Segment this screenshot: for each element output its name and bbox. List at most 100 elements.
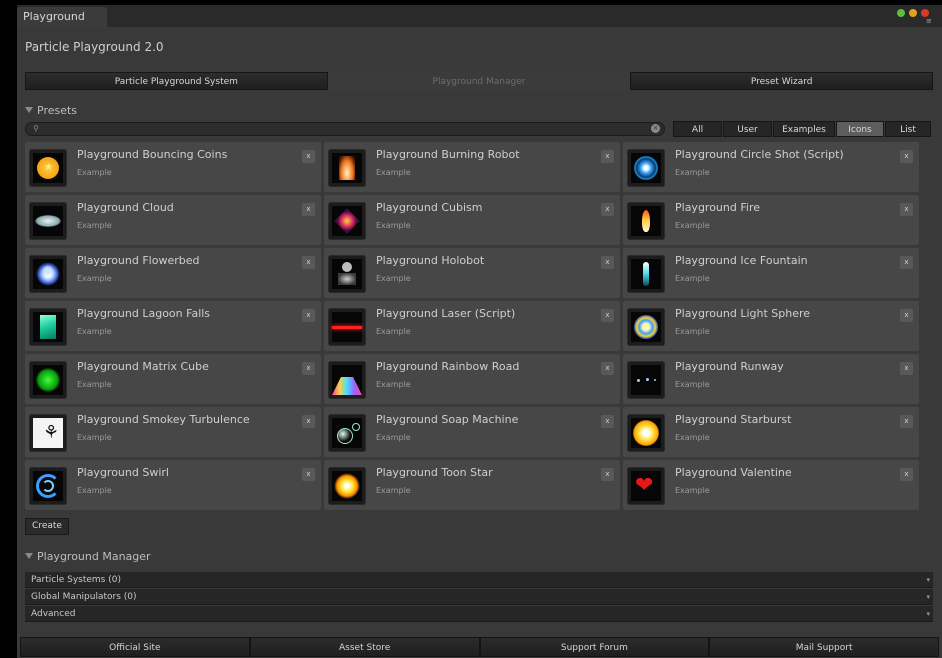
presets-header[interactable]: Presets bbox=[25, 104, 77, 117]
delete-preset-button[interactable]: x bbox=[302, 309, 315, 322]
window-menu-icon[interactable]: ≡ bbox=[926, 18, 934, 25]
delete-preset-button[interactable]: x bbox=[601, 256, 614, 269]
delete-preset-button[interactable]: x bbox=[302, 362, 315, 375]
delete-preset-button[interactable]: x bbox=[302, 415, 315, 428]
delete-preset-button[interactable]: x bbox=[601, 362, 614, 375]
particle-playground-system-button[interactable]: Particle Playground System bbox=[25, 72, 328, 90]
delete-preset-button[interactable]: x bbox=[601, 150, 614, 163]
delete-preset-button[interactable]: x bbox=[601, 415, 614, 428]
preset-card[interactable]: Playground Circle Shot (Script) Example x bbox=[623, 142, 919, 192]
preset-thumbnail[interactable] bbox=[328, 467, 366, 505]
preset-thumbnail[interactable]: ⚘ bbox=[29, 414, 67, 452]
preset-category: Example bbox=[675, 221, 710, 230]
preset-title: Playground Matrix Cube bbox=[77, 360, 209, 373]
preset-card[interactable]: Playground Lagoon Falls Example x bbox=[25, 301, 321, 351]
preset-thumbnail[interactable] bbox=[627, 361, 665, 399]
delete-preset-button[interactable]: x bbox=[900, 362, 913, 375]
preset-search-field[interactable]: ⚲ × bbox=[25, 122, 665, 136]
preset-card[interactable]: Playground Soap Machine Example x bbox=[324, 407, 620, 457]
preset-thumbnail[interactable] bbox=[627, 255, 665, 293]
preset-card[interactable]: Playground Matrix Cube Example x bbox=[25, 354, 321, 404]
preset-thumbnail[interactable] bbox=[328, 308, 366, 346]
preset-card[interactable]: ✺ Playground Flowerbed Example x bbox=[25, 248, 321, 298]
preset-card[interactable]: Playground Swirl Example x bbox=[25, 460, 321, 510]
preset-thumbnail[interactable]: ❤ bbox=[627, 467, 665, 505]
delete-preset-button[interactable]: x bbox=[302, 468, 315, 481]
ice-fountain-icon bbox=[631, 259, 661, 289]
preset-thumbnail[interactable] bbox=[328, 202, 366, 240]
red-dot-icon[interactable] bbox=[921, 9, 929, 17]
asset-store-button[interactable]: Asset Store bbox=[249, 637, 480, 657]
preset-card[interactable]: Playground Cloud Example x bbox=[25, 195, 321, 245]
preset-title: Playground Light Sphere bbox=[675, 307, 811, 320]
preset-thumbnail[interactable] bbox=[627, 149, 665, 187]
green-dot-icon[interactable] bbox=[897, 9, 905, 17]
preset-title: Playground Laser (Script) bbox=[376, 307, 516, 320]
delete-preset-button[interactable]: x bbox=[900, 468, 913, 481]
filter-tab-all[interactable]: All bbox=[673, 121, 722, 137]
cloud-icon bbox=[33, 206, 63, 236]
preset-card[interactable]: Playground Fire Example x bbox=[623, 195, 919, 245]
filter-tab-icons[interactable]: Icons bbox=[836, 121, 884, 137]
filter-tab-list[interactable]: List bbox=[885, 121, 931, 137]
preset-title: Playground Toon Star bbox=[376, 466, 493, 479]
preset-thumbnail[interactable] bbox=[29, 361, 67, 399]
delete-preset-button[interactable]: x bbox=[302, 150, 315, 163]
preset-wizard-button[interactable]: Preset Wizard bbox=[630, 72, 934, 90]
preset-thumbnail[interactable] bbox=[328, 255, 366, 293]
delete-preset-button[interactable]: x bbox=[900, 150, 913, 163]
preset-thumbnail[interactable] bbox=[627, 308, 665, 346]
advanced-row[interactable]: Advanced ▾ bbox=[25, 606, 933, 622]
laser-icon bbox=[332, 312, 362, 342]
delete-preset-button[interactable]: x bbox=[601, 203, 614, 216]
preset-thumbnail[interactable] bbox=[627, 414, 665, 452]
preset-card[interactable]: ⚘ Playground Smokey Turbulence Example x bbox=[25, 407, 321, 457]
delete-preset-button[interactable]: x bbox=[900, 415, 913, 428]
delete-preset-button[interactable]: x bbox=[302, 256, 315, 269]
preset-card[interactable]: Playground Runway Example x bbox=[623, 354, 919, 404]
filter-tab-user[interactable]: User bbox=[723, 121, 772, 137]
window-tab[interactable]: Playground bbox=[17, 7, 107, 27]
preset-card[interactable]: ★ Playground Bouncing Coins Example x bbox=[25, 142, 321, 192]
filter-tab-examples[interactable]: Examples bbox=[773, 121, 835, 137]
delete-preset-button[interactable]: x bbox=[900, 309, 913, 322]
create-preset-button[interactable]: Create bbox=[25, 518, 69, 535]
delete-preset-button[interactable]: x bbox=[900, 256, 913, 269]
advanced-label: Advanced bbox=[31, 609, 76, 619]
delete-preset-button[interactable]: x bbox=[601, 309, 614, 322]
preset-thumbnail[interactable] bbox=[328, 149, 366, 187]
preset-card[interactable]: Playground Starburst Example x bbox=[623, 407, 919, 457]
preset-card[interactable]: Playground Ice Fountain Example x bbox=[623, 248, 919, 298]
preset-thumbnail[interactable] bbox=[328, 361, 366, 399]
preset-card[interactable]: Playground Rainbow Road Example x bbox=[324, 354, 620, 404]
particle-systems-row[interactable]: Particle Systems (0) ▾ bbox=[25, 572, 933, 588]
clear-search-icon[interactable]: × bbox=[651, 124, 660, 133]
playground-manager-header[interactable]: Playground Manager bbox=[25, 550, 151, 563]
global-manipulators-row[interactable]: Global Manipulators (0) ▾ bbox=[25, 589, 933, 605]
preset-thumbnail[interactable] bbox=[29, 308, 67, 346]
playground-manager-button[interactable]: Playground Manager bbox=[327, 72, 631, 90]
preset-thumbnail[interactable]: ★ bbox=[29, 149, 67, 187]
preset-card[interactable]: Playground Light Sphere Example x bbox=[623, 301, 919, 351]
mail-support-button[interactable]: Mail Support bbox=[709, 637, 939, 657]
main-toolbar: Particle Playground System Playground Ma… bbox=[25, 72, 934, 90]
preset-thumbnail[interactable]: ✺ bbox=[29, 255, 67, 293]
preset-card[interactable]: Playground Laser (Script) Example x bbox=[324, 301, 620, 351]
preset-card[interactable]: Playground Holobot Example x bbox=[324, 248, 620, 298]
preset-thumbnail[interactable] bbox=[29, 202, 67, 240]
yellow-dot-icon[interactable] bbox=[909, 9, 917, 17]
preset-card[interactable]: Playground Cubism Example x bbox=[324, 195, 620, 245]
official-site-button[interactable]: Official Site bbox=[20, 637, 250, 657]
preset-thumbnail[interactable] bbox=[328, 414, 366, 452]
support-forum-button[interactable]: Support Forum bbox=[479, 637, 710, 657]
preset-card[interactable]: ❤ Playground Valentine Example x bbox=[623, 460, 919, 510]
delete-preset-button[interactable]: x bbox=[900, 203, 913, 216]
preset-card[interactable]: Playground Burning Robot Example x bbox=[324, 142, 620, 192]
burning-robot-icon bbox=[332, 153, 362, 183]
preset-thumbnail[interactable] bbox=[29, 467, 67, 505]
delete-preset-button[interactable]: x bbox=[302, 203, 315, 216]
title-bar: Playground ≡ bbox=[17, 5, 942, 27]
preset-thumbnail[interactable] bbox=[627, 202, 665, 240]
preset-card[interactable]: Playground Toon Star Example x bbox=[324, 460, 620, 510]
delete-preset-button[interactable]: x bbox=[601, 468, 614, 481]
